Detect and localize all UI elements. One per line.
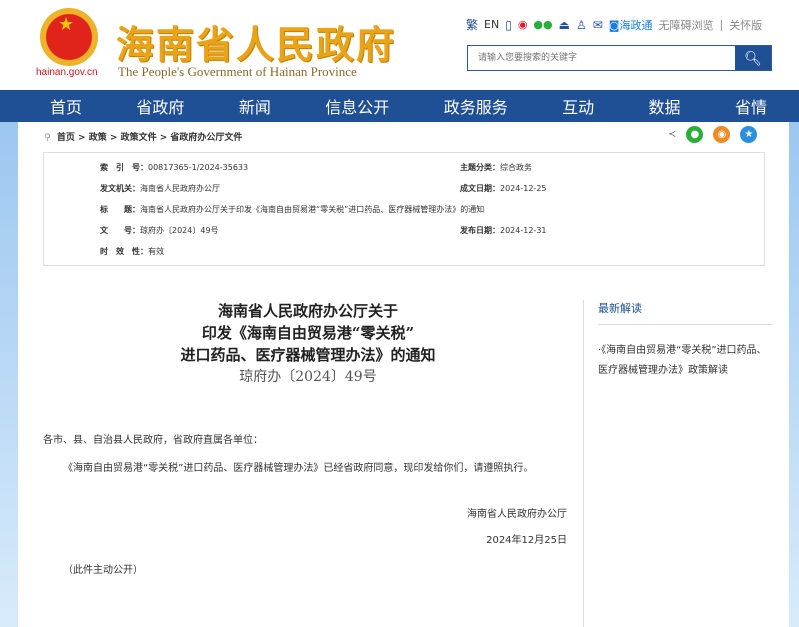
related-link[interactable]: ·《海南自由贸易港“零关税”进口药品、医疗器械管理办法》政策解读	[598, 341, 773, 381]
breadcrumb-sep: >	[78, 133, 86, 143]
title-label: 标 题：	[100, 205, 140, 214]
divider	[583, 300, 584, 627]
nav-data[interactable]: 数据	[649, 94, 681, 118]
nav-services[interactable]: 政务服务	[444, 94, 508, 118]
accessible-link[interactable]: 无障碍浏览	[658, 17, 713, 33]
article-title-line3: 进口药品、医疗器械管理办法》的通知	[43, 344, 573, 366]
breadcrumb-office-docs[interactable]: 省政府办公厅文件	[170, 133, 242, 143]
main-nav: 首页 省政府 新闻 信息公开 政务服务 互动 数据 省情	[0, 90, 799, 122]
category-value: 综合政务	[500, 163, 532, 172]
favorite-star-icon[interactable]: ★	[740, 126, 757, 143]
article-title-line2: 印发《海南自由贸易港“零关税”	[43, 322, 573, 344]
nav-news[interactable]: 新闻	[239, 94, 271, 118]
search-icon: 🔍︎	[744, 50, 762, 66]
weibo-share-icon[interactable]: ◉	[713, 126, 730, 143]
date-value: 2024-12-25	[500, 184, 547, 193]
article-docno: 琼府办〔2024〕49号	[43, 366, 573, 388]
issuer-label: 发文机关：	[100, 184, 140, 193]
breadcrumb-home[interactable]: 首页	[57, 133, 75, 143]
robot-icon[interactable]: ⏏	[559, 18, 570, 32]
pub-date-label: 发布日期：	[460, 226, 500, 235]
mobile-icon[interactable]: ▯	[505, 18, 512, 32]
article-title-line1: 海南省人民政府办公厅关于	[43, 300, 573, 322]
right-background	[789, 122, 799, 627]
validity-value: 有效	[148, 247, 164, 256]
care-mode-link[interactable]: 关怀版	[729, 17, 762, 33]
related-interpretations: 最新解读 ·《海南自由贸易港“零关税”进口药品、医疗器械管理办法》政策解读	[598, 300, 773, 381]
location-icon: ⚲	[44, 133, 51, 143]
document-metadata: 索 引 号：00817365-1/2024-35633 主题分类：综合政务 发文…	[43, 152, 765, 266]
signature: 海南省人民政府办公厅	[43, 502, 573, 528]
date-label: 成文日期：	[460, 184, 500, 193]
validity-label: 时 效 性：	[100, 247, 148, 256]
hzt-link[interactable]: ◙海政通	[609, 17, 653, 33]
category-label: 主题分类：	[460, 163, 500, 172]
nav-government[interactable]: 省政府	[136, 94, 184, 118]
breadcrumb: ⚲ 首页 > 政策 > 政策文件 > 省政府办公厅文件	[44, 130, 242, 143]
breadcrumb-policy[interactable]: 政策	[89, 133, 107, 143]
user-icon[interactable]: ♙	[576, 18, 587, 32]
toolbar: 繁 EN ▯ ◉ ●● ⏏ ♙ ✉ ◙海政通 无障碍浏览 | 关怀版	[466, 16, 762, 33]
search-button[interactable]: 🔍︎	[735, 46, 771, 70]
article: 海南省人民政府办公厅关于 印发《海南自由贸易港“零关税” 进口药品、医疗器械管理…	[43, 300, 573, 584]
mail-icon[interactable]: ✉	[593, 18, 603, 32]
wechat-icon[interactable]: ●●	[533, 18, 552, 31]
logo-subtitle: The People's Government of Hainan Provin…	[118, 64, 357, 80]
breadcrumb-sep: >	[110, 133, 118, 143]
separator: |	[719, 18, 723, 31]
nav-info-disclosure[interactable]: 信息公开	[325, 94, 389, 118]
title-value: 海南省人民政府办公厅关于印发《海南自由贸易港“零关税”进口药品、医疗器械管理办法…	[140, 205, 484, 214]
nav-home[interactable]: 首页	[50, 94, 82, 118]
pub-date-value: 2024-12-31	[500, 226, 547, 235]
national-emblem-logo: ★	[40, 8, 98, 66]
logo-title[interactable]: 海南省人民政府	[116, 14, 396, 69]
signature-date: 2024年12月25日	[43, 528, 573, 554]
share-icon[interactable]: ≺	[668, 126, 676, 143]
hzt-icon: ◙	[609, 19, 620, 32]
nav-interaction[interactable]: 互动	[562, 94, 594, 118]
share-bar: ≺ ● ◉ ★	[668, 126, 757, 143]
docno-value: 琼府办〔2024〕49号	[140, 226, 219, 235]
salutation: 各市、县、自治县人民政府，省政府直属各单位：	[43, 428, 573, 454]
docno-label: 文 号：	[100, 226, 140, 235]
wechat-share-icon[interactable]: ●	[686, 126, 703, 143]
index-value: 00817365-1/2024-35633	[148, 163, 248, 172]
left-background	[0, 122, 18, 627]
disclosure-note: （此件主动公开）	[43, 558, 573, 584]
header: ★ hainan.gov.cn 海南省人民政府 The People's Gov…	[0, 0, 799, 90]
index-label: 索 引 号：	[100, 163, 148, 172]
traditional-chinese-link[interactable]: 繁	[466, 16, 478, 33]
article-paragraph: 《海南自由贸易港“零关税”进口药品、医疗器械管理办法》已经省政府同意，现印发给你…	[43, 456, 573, 482]
search-input[interactable]	[468, 46, 735, 70]
english-link[interactable]: EN	[484, 18, 499, 31]
weibo-icon[interactable]: ◉	[518, 18, 528, 31]
breadcrumb-policy-docs[interactable]: 政策文件	[121, 133, 157, 143]
breadcrumb-sep: >	[160, 133, 168, 143]
nav-province[interactable]: 省情	[735, 94, 767, 118]
related-heading: 最新解读	[598, 300, 773, 325]
site-url: hainan.gov.cn	[36, 67, 98, 78]
search-box: 🔍︎	[467, 45, 772, 71]
issuer-value: 海南省人民政府办公厅	[140, 184, 220, 193]
